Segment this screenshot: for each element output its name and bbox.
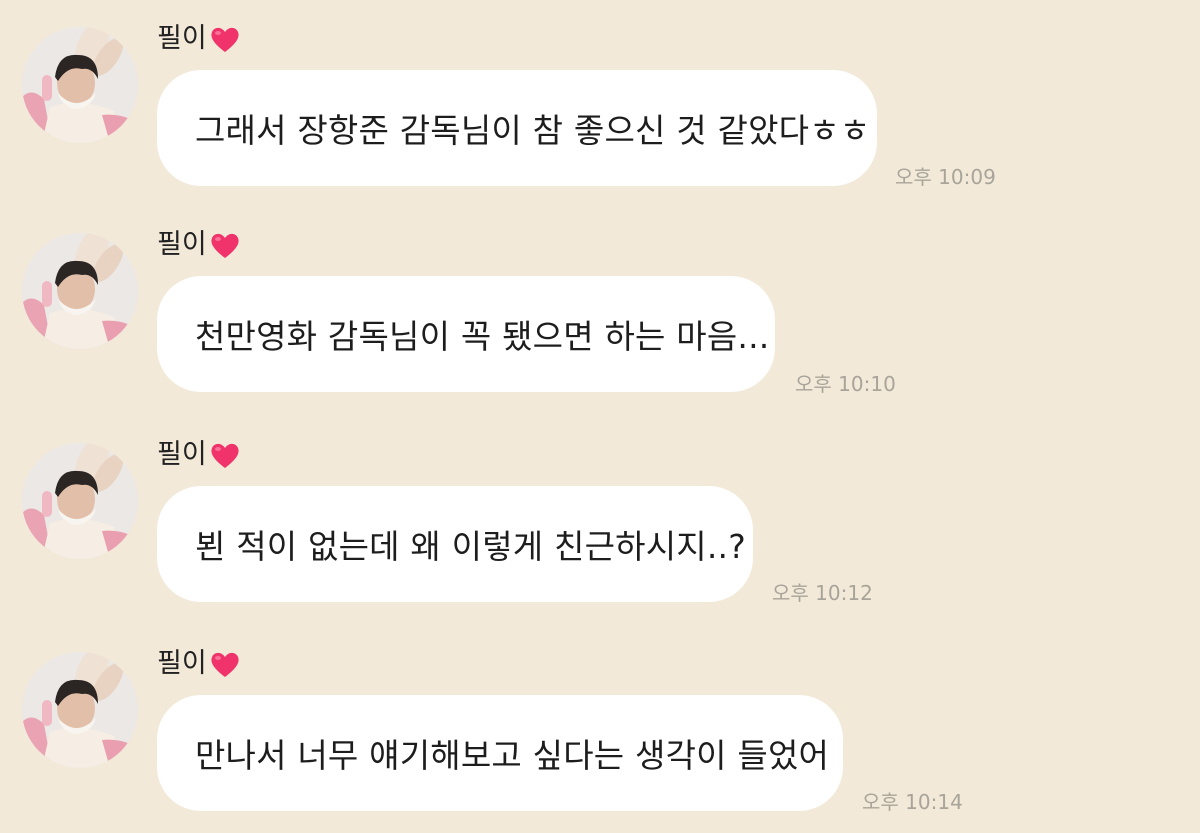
- message-timestamp: 오후 10:09: [895, 165, 996, 189]
- message-bubble[interactable]: 뵌 적이 없는데 왜 이렇게 친근하시지..?: [157, 486, 753, 602]
- heart-icon: [211, 233, 239, 258]
- avatar[interactable]: [22, 652, 138, 768]
- sender-name-text: 필이: [157, 229, 207, 260]
- avatar[interactable]: [22, 443, 138, 559]
- message-group: 필이 뵌 적이 없는데 왜 이렇게 친근하시지..? 오후 10:12: [0, 416, 1200, 616]
- heart-icon: [211, 652, 239, 677]
- message-text: 천만영화 감독님이 꼭 됐으면 하는 마음...: [195, 317, 770, 356]
- message-timestamp: 오후 10:10: [795, 372, 896, 396]
- message-timestamp: 오후 10:14: [862, 790, 963, 814]
- message-group: 필이 천만영화 감독님이 꼭 됐으면 하는 마음... 오후 10:10: [0, 206, 1200, 406]
- heart-icon: [211, 443, 239, 468]
- message-text: 뵌 적이 없는데 왜 이렇게 친근하시지..?: [195, 527, 746, 566]
- avatar[interactable]: [22, 27, 138, 143]
- message-group: 필이 만나서 너무 얘기해보고 싶다는 생각이 들었어 오후 10:14: [0, 625, 1200, 825]
- message-timestamp: 오후 10:12: [772, 581, 873, 605]
- avatar-photo: [22, 443, 138, 559]
- sender-name-text: 필이: [157, 439, 207, 470]
- message-bubble[interactable]: 그래서 장항준 감독님이 참 좋으신 것 같았다ㅎㅎ: [157, 70, 877, 186]
- message-bubble[interactable]: 천만영화 감독님이 꼭 됐으면 하는 마음...: [157, 276, 775, 392]
- sender-name: 필이: [157, 24, 241, 54]
- sender-name: 필이: [157, 649, 241, 679]
- sender-name-text: 필이: [157, 648, 207, 679]
- sender-name: 필이: [157, 230, 241, 260]
- sender-name-text: 필이: [157, 23, 207, 54]
- heart-icon: [211, 27, 239, 52]
- message-text: 그래서 장항준 감독님이 참 좋으신 것 같았다ㅎㅎ: [195, 111, 871, 150]
- avatar[interactable]: [22, 233, 138, 349]
- avatar-photo: [22, 233, 138, 349]
- avatar-photo: [22, 652, 138, 768]
- message-bubble[interactable]: 만나서 너무 얘기해보고 싶다는 생각이 들었어: [157, 695, 843, 811]
- avatar-photo: [22, 27, 138, 143]
- message-text: 만나서 너무 얘기해보고 싶다는 생각이 들었어: [195, 736, 830, 775]
- message-group: 필이 그래서 장항준 감독님이 참 좋으신 것 같았다ㅎㅎ 오후 10:09: [0, 0, 1200, 200]
- sender-name: 필이: [157, 440, 241, 470]
